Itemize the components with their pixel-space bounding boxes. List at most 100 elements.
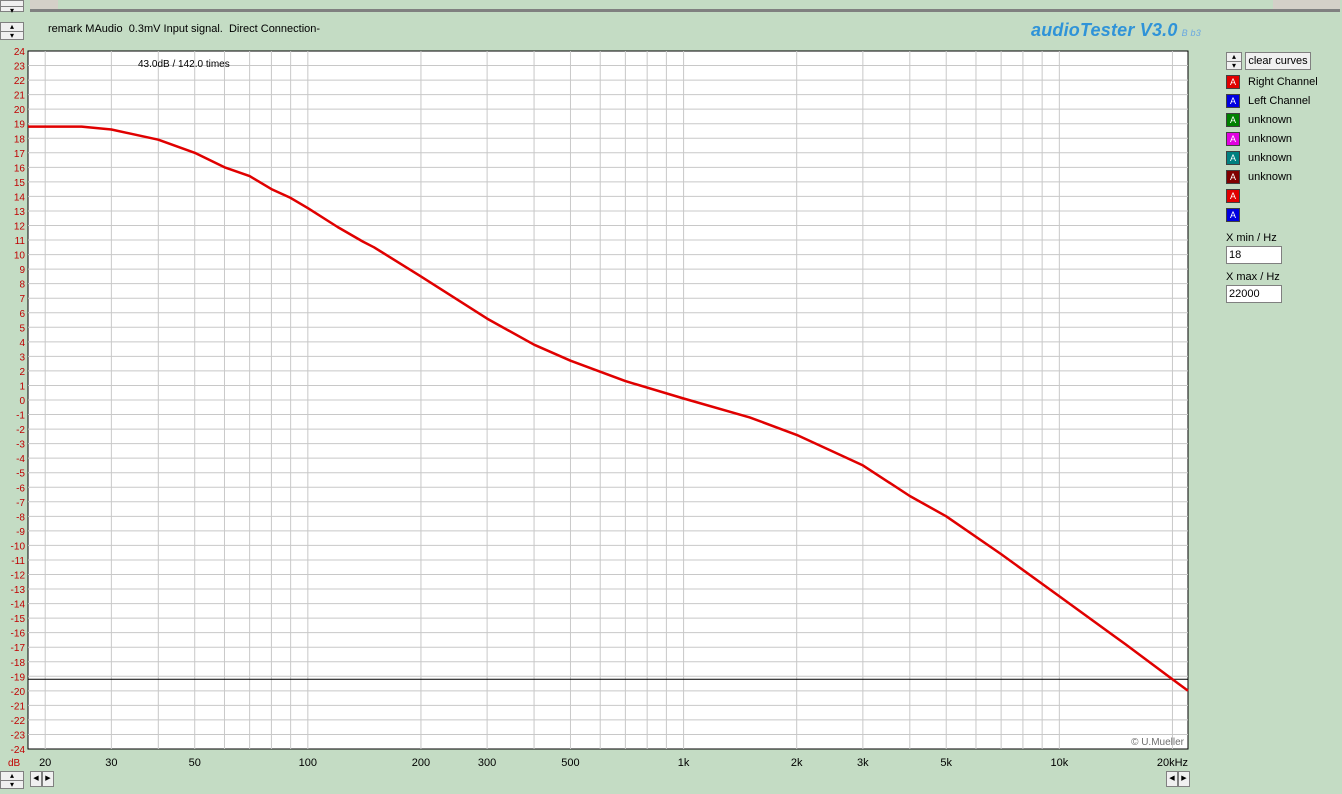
- x-tick-label: 20: [39, 757, 51, 769]
- scroll-right-button-right[interactable]: ▶: [1178, 771, 1190, 787]
- xmin-input[interactable]: 18: [1226, 246, 1282, 264]
- y-tick-label: 12: [14, 222, 26, 233]
- y-tick-label: -12: [11, 571, 26, 582]
- remark-spinner[interactable]: ▴ ▾: [0, 22, 24, 40]
- x-tick-label: 10k: [1050, 757, 1068, 769]
- y-tick-label: 24: [14, 47, 26, 58]
- legend-item[interactable]: A Left Channel: [1226, 93, 1310, 109]
- y-tick-label: 15: [14, 178, 26, 189]
- brand-title: audioTester V3.0 B b3: [1031, 20, 1201, 41]
- y-tick-label: 10: [14, 251, 26, 262]
- x-tick-label: 20kHz: [1157, 757, 1188, 769]
- spinner-down-icon[interactable]: ▾: [1, 31, 23, 40]
- y-axis-ticks: 2423222120191817161514131211109876543210…: [11, 47, 26, 756]
- y-tick-label: 16: [14, 163, 26, 174]
- y-tick-label: 21: [14, 91, 26, 102]
- spinner-down-icon[interactable]: ▾: [1, 6, 23, 15]
- y-tick-label: 7: [19, 294, 25, 305]
- scroll-right-button[interactable]: ▶: [42, 771, 54, 787]
- legend-label: unknown: [1248, 114, 1293, 126]
- remark-text: remark MAudio 0.3mV Input signal. Direct…: [48, 23, 321, 35]
- curve-color-icon[interactable]: A: [1226, 132, 1240, 146]
- y-tick-label: 4: [19, 338, 25, 349]
- x-tick-label: 200: [412, 757, 430, 769]
- legend-label: Right Channel: [1248, 76, 1318, 88]
- legend-label: unknown: [1248, 152, 1293, 164]
- brand-version: B b3: [1181, 28, 1201, 38]
- clear-curves-button[interactable]: clear curves: [1245, 52, 1311, 70]
- curve-color-icon[interactable]: A: [1226, 94, 1240, 108]
- bottom-spinner[interactable]: ▴ ▾: [0, 771, 24, 789]
- legend-item[interactable]: Aunknown: [1226, 112, 1292, 128]
- legend-label: unknown: [1248, 133, 1293, 145]
- curve-color-icon[interactable]: A: [1226, 208, 1240, 222]
- y-tick-label: -14: [11, 600, 26, 611]
- y-tick-label: 5: [19, 323, 25, 334]
- y-tick-label: 17: [14, 149, 26, 160]
- y-tick-label: -24: [11, 745, 26, 756]
- spinner-up-icon[interactable]: ▴: [1, 23, 23, 31]
- curve-color-icon[interactable]: A: [1226, 75, 1240, 89]
- legend-item[interactable]: Aunknown: [1226, 131, 1292, 147]
- y-tick-label: 11: [15, 236, 26, 247]
- legend-item[interactable]: A Right Channel: [1226, 74, 1318, 90]
- legend-item[interactable]: A: [1226, 207, 1248, 223]
- scroll-left-button-right[interactable]: ◀: [1166, 771, 1178, 787]
- x-tick-label: 1k: [678, 757, 690, 769]
- x-tick-label: 30: [105, 757, 117, 769]
- scroll-left-button[interactable]: ◀: [30, 771, 42, 787]
- y-tick-label: -17: [11, 643, 26, 654]
- y-tick-label: 9: [19, 265, 25, 276]
- y-tick-label: 19: [14, 120, 26, 131]
- y-tick-label: -22: [11, 716, 26, 727]
- gain-annotation: 43.0dB / 142.0 times: [138, 59, 230, 70]
- y-tick-label: 18: [14, 134, 26, 145]
- y-tick-label: -2: [16, 425, 25, 436]
- y-tick-label: -1: [16, 411, 25, 422]
- y-tick-label: 2: [19, 367, 25, 378]
- y-tick-label: 3: [19, 352, 25, 363]
- y-tick-label: 23: [14, 62, 26, 73]
- x-tick-label: 3k: [857, 757, 869, 769]
- y-tick-label: -13: [11, 585, 26, 596]
- curve-color-icon[interactable]: A: [1226, 113, 1240, 127]
- y-tick-label: -8: [16, 512, 25, 523]
- top-spinner[interactable]: ▾: [0, 0, 24, 15]
- y-tick-label: -11: [11, 556, 25, 567]
- y-tick-label: 6: [19, 309, 25, 320]
- legend-item[interactable]: A: [1226, 188, 1248, 204]
- spinner-up-icon[interactable]: ▴: [1, 772, 23, 780]
- y-tick-label: -18: [11, 658, 26, 669]
- y-tick-label: -4: [16, 454, 25, 465]
- curve-color-icon[interactable]: A: [1226, 170, 1240, 184]
- curve-spinner[interactable]: ▴ ▾: [1226, 52, 1242, 70]
- x-tick-label: 300: [478, 757, 496, 769]
- y-tick-label: 20: [14, 105, 26, 116]
- y-tick-label: -15: [11, 614, 26, 625]
- x-tick-label: 100: [299, 757, 317, 769]
- y-tick-label: -23: [11, 730, 26, 741]
- x-tick-label: 50: [189, 757, 201, 769]
- xmax-input[interactable]: 22000: [1226, 285, 1282, 303]
- legend-item[interactable]: Aunknown: [1226, 169, 1292, 185]
- y-tick-label: 22: [14, 76, 26, 87]
- top-scrollbar[interactable]: [30, 0, 1340, 12]
- top-strip: [0, 0, 1342, 16]
- copyright-label: © U.Mueller: [1131, 737, 1185, 748]
- legend-item[interactable]: Aunknown: [1226, 150, 1292, 166]
- legend-label: unknown: [1248, 171, 1293, 183]
- spinner-up-icon[interactable]: ▴: [1227, 53, 1241, 61]
- y-tick-label: -7: [16, 498, 25, 509]
- y-tick-label: -5: [16, 469, 25, 480]
- y-tick-label: 1: [19, 381, 25, 392]
- xmin-label: X min / Hz: [1226, 232, 1277, 244]
- spinner-down-icon[interactable]: ▾: [1227, 61, 1241, 70]
- xmax-label: X max / Hz: [1226, 271, 1280, 283]
- spinner-down-icon[interactable]: ▾: [1, 780, 23, 789]
- y-tick-label: -9: [16, 527, 25, 538]
- curve-color-icon[interactable]: A: [1226, 189, 1240, 203]
- y-tick-label: 8: [19, 280, 25, 291]
- x-tick-label: 5k: [940, 757, 952, 769]
- brand-name: audioTester V3.0: [1031, 20, 1178, 40]
- curve-color-icon[interactable]: A: [1226, 151, 1240, 165]
